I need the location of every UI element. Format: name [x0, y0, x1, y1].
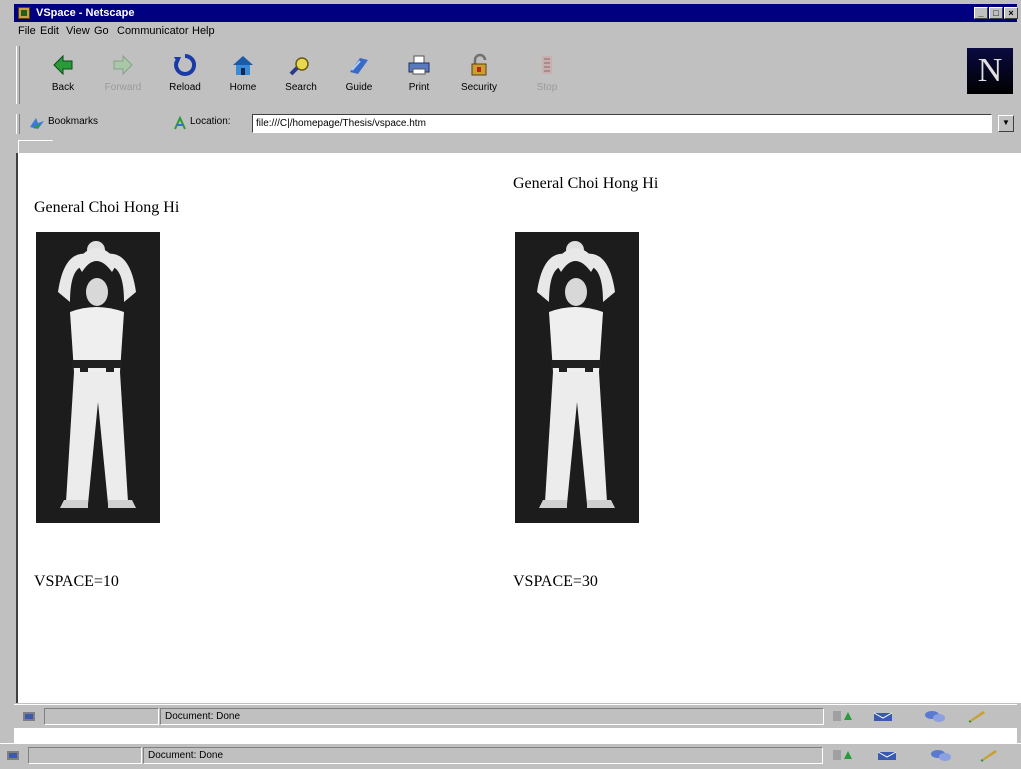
netscape-app-icon	[18, 7, 30, 19]
location-label: Location:	[190, 116, 231, 127]
mail-component-icon[interactable]	[872, 709, 894, 723]
search-label: Search	[285, 82, 317, 93]
reload-button[interactable]: Reload	[160, 50, 210, 102]
underlying-page-strip	[14, 728, 1017, 743]
guide-icon	[346, 52, 372, 78]
bookmarks-button[interactable]: Bookmarks	[48, 116, 98, 127]
forward-button[interactable]: Forward	[98, 50, 148, 102]
security-label: Security	[460, 82, 498, 93]
background-status-bar: Document: Done	[0, 743, 1021, 769]
back-label: Back	[51, 82, 75, 93]
stop-icon	[534, 52, 560, 78]
home-label: Home	[229, 82, 257, 93]
toolbar-tab-strip	[14, 138, 1017, 153]
composer-component-icon[interactable]	[966, 709, 988, 723]
menu-file[interactable]: File	[18, 23, 36, 40]
back-button[interactable]: Back	[38, 50, 88, 102]
home-icon	[230, 52, 256, 78]
discussion-component-icon[interactable]	[924, 709, 946, 723]
guide-button[interactable]: Guide	[334, 50, 384, 102]
location-toolbar-grip[interactable]	[16, 114, 20, 134]
menu-go[interactable]: Go	[94, 23, 109, 40]
print-button[interactable]: Print	[394, 50, 444, 102]
mail-component-icon[interactable]	[876, 748, 898, 762]
location-url-field[interactable]: file:///C|/homepage/Thesis/vspace.htm	[252, 114, 992, 133]
toolbar-grip[interactable]	[16, 46, 20, 104]
title-bar[interactable]: VSpace - Netscape _ □ ×	[14, 4, 1018, 22]
print-icon	[406, 52, 432, 78]
connection-icon[interactable]	[6, 748, 22, 762]
reload-label: Reload	[169, 82, 201, 93]
collapsed-toolbar-tab[interactable]	[18, 140, 61, 153]
security-button[interactable]: Security	[454, 50, 504, 102]
window-title: VSpace - Netscape	[36, 7, 135, 19]
status-text: Document: Done	[160, 708, 824, 725]
status-bar: Document: Done	[14, 704, 1017, 728]
left-caption: General Choi Hong Hi	[34, 199, 180, 216]
location-dropdown-button[interactable]: ▼	[998, 115, 1014, 132]
composer-component-icon[interactable]	[978, 748, 1000, 762]
martial-artist-figure	[537, 241, 615, 508]
progress-panel	[44, 708, 159, 725]
back-arrow-icon	[50, 52, 76, 78]
progress-panel	[28, 747, 142, 764]
menu-communicator[interactable]: Communicator	[117, 23, 189, 40]
print-label: Print	[408, 82, 430, 93]
page-content: General Choi Hong Hi VSPACE=10 General C…	[16, 153, 1021, 703]
reload-icon	[172, 52, 198, 78]
menu-help[interactable]: Help	[192, 23, 215, 40]
menu-bar: File Edit View Go Communicator Help	[14, 23, 1017, 40]
menu-edit[interactable]: Edit	[40, 23, 59, 40]
martial-artist-figure	[58, 241, 136, 508]
stop-label: Stop	[536, 82, 558, 93]
right-photo	[515, 232, 639, 523]
left-vspace-label: VSPACE=10	[34, 573, 119, 590]
background-status-text: Document: Done	[143, 747, 823, 764]
bookmarks-icon[interactable]	[28, 115, 46, 131]
home-button[interactable]: Home	[218, 50, 268, 102]
security-lock-icon	[466, 52, 492, 78]
connection-icon[interactable]	[22, 709, 38, 723]
location-page-icon[interactable]	[172, 115, 188, 131]
close-button[interactable]: ×	[1004, 7, 1018, 19]
netscape-logo[interactable]: N	[967, 48, 1013, 94]
forward-arrow-icon	[110, 52, 136, 78]
search-button[interactable]: Search	[276, 50, 326, 102]
navigator-component-icon[interactable]	[832, 748, 854, 762]
minimize-button[interactable]: _	[974, 7, 988, 19]
discussion-component-icon[interactable]	[930, 748, 952, 762]
guide-label: Guide	[345, 82, 373, 93]
search-icon	[288, 52, 314, 78]
maximize-button[interactable]: □	[989, 7, 1003, 19]
chevron-down-icon: ▼	[1002, 118, 1010, 127]
right-vspace-label: VSPACE=30	[513, 573, 598, 590]
forward-label: Forward	[104, 82, 142, 93]
left-photo	[36, 232, 160, 523]
menu-view[interactable]: View	[66, 23, 90, 40]
location-toolbar: Bookmarks Location: file:///C|/homepage/…	[14, 112, 1017, 136]
browser-window: VSpace - Netscape _ □ × File Edit View G…	[0, 0, 1021, 745]
stop-button[interactable]: Stop	[522, 50, 572, 102]
right-caption: General Choi Hong Hi	[513, 175, 659, 192]
navigator-component-icon[interactable]	[832, 709, 854, 723]
navigation-toolbar: Back Forward Reload Home Search Guide Pr…	[14, 42, 1017, 108]
